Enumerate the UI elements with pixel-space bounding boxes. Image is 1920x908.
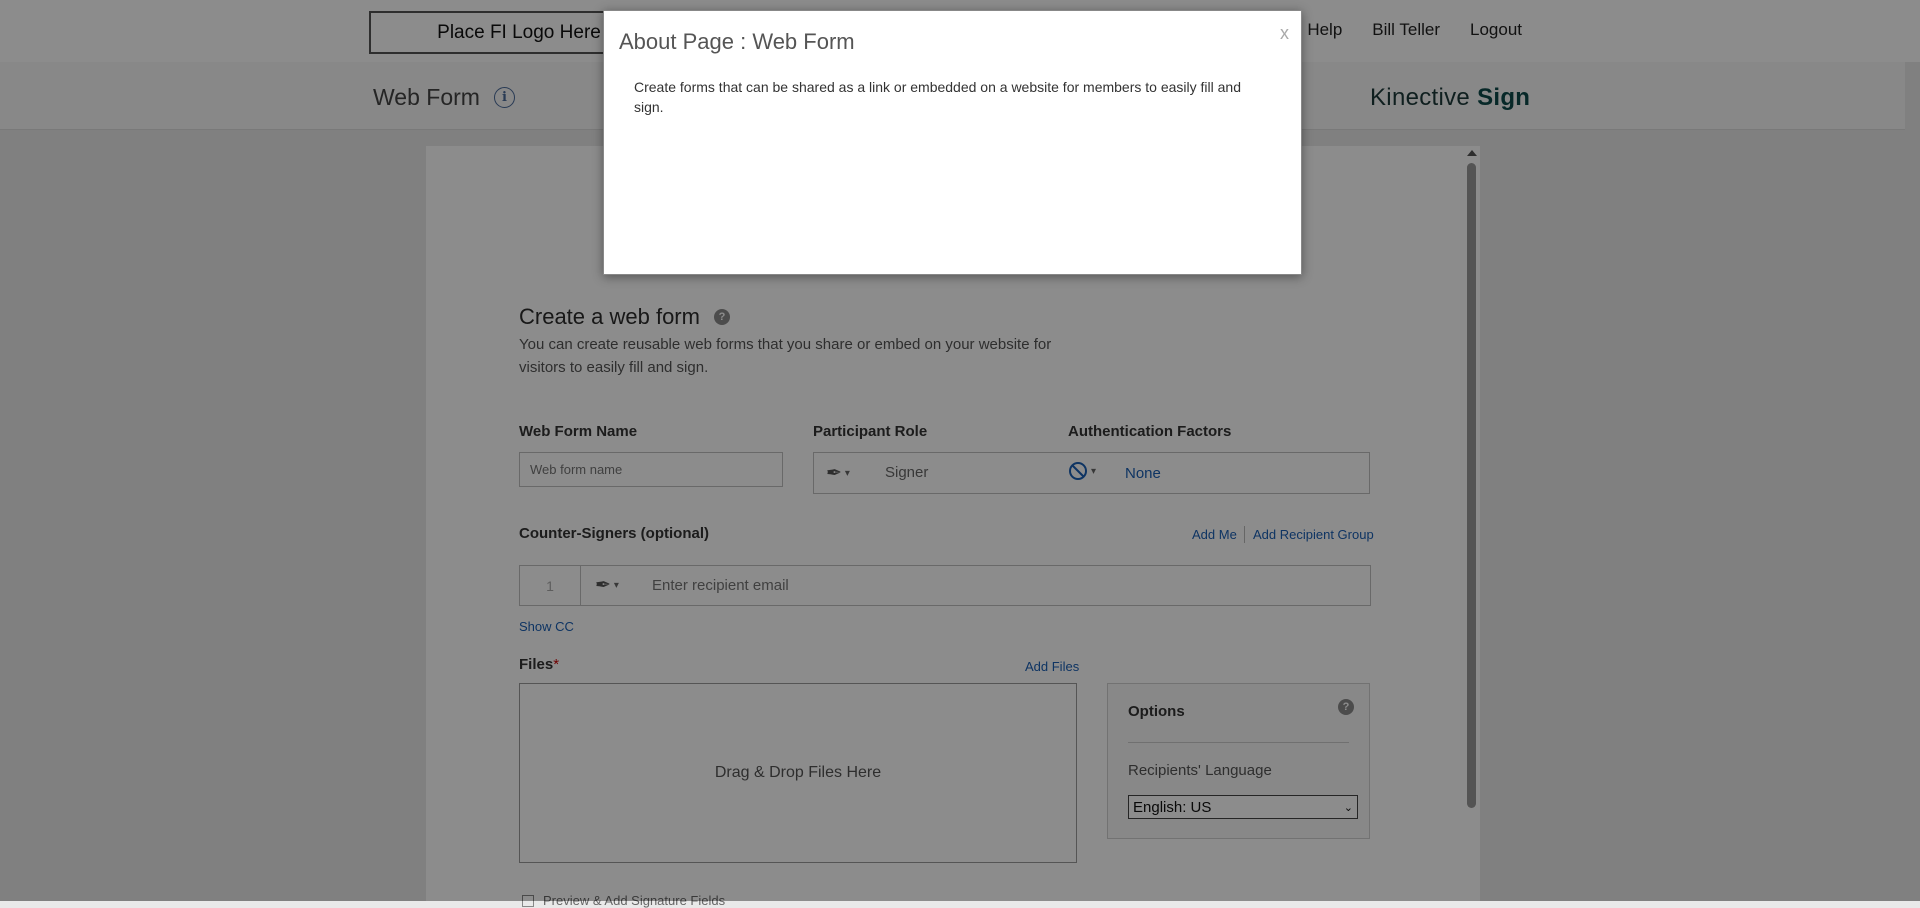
close-icon[interactable]: x xyxy=(1280,23,1289,44)
about-page-dialog: About Page : Web Form x Create forms tha… xyxy=(603,10,1302,275)
dialog-body-text: Create forms that can be shared as a lin… xyxy=(634,79,1241,115)
dialog-title: About Page : Web Form xyxy=(619,29,855,54)
